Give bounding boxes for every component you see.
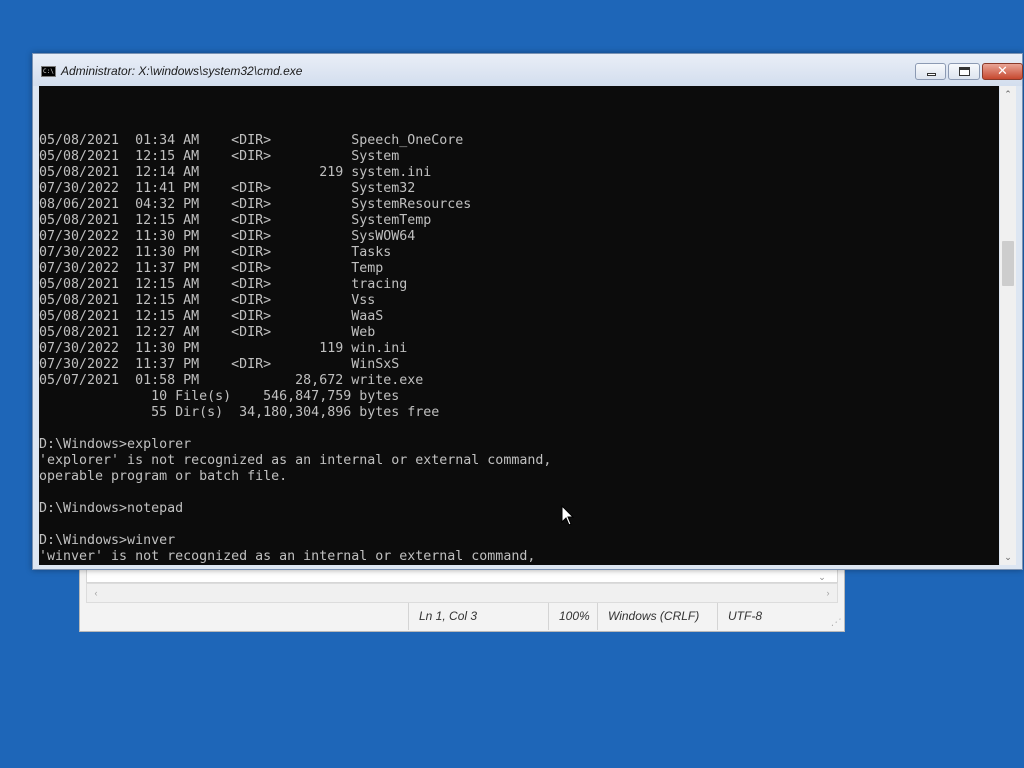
console-line: 05/08/2021 01:34 AM <DIR> Speech_OneCore bbox=[39, 133, 464, 148]
title-bar[interactable]: C:\ Administrator: X:\windows\system32\c… bbox=[33, 54, 1023, 86]
scroll-thumb[interactable] bbox=[1002, 241, 1014, 286]
notepad-scroll-down-icon[interactable]: ⌄ bbox=[815, 571, 829, 583]
console-line: D:\Windows>explorer bbox=[39, 437, 192, 452]
maximize-button[interactable] bbox=[948, 63, 980, 80]
minimize-icon bbox=[916, 64, 945, 79]
status-zoom: 100% bbox=[548, 603, 597, 630]
console-line: 08/06/2021 04:32 PM <DIR> SystemResource… bbox=[39, 197, 472, 212]
console-line: 05/08/2021 12:15 AM <DIR> SystemTemp bbox=[39, 213, 432, 228]
close-icon: ✕ bbox=[997, 64, 1008, 79]
console-line: 07/30/2022 11:30 PM 119 win.ini bbox=[39, 341, 408, 356]
scroll-left-icon[interactable]: ‹ bbox=[89, 587, 103, 599]
console-vertical-scrollbar[interactable]: ⌃ ⌄ bbox=[1000, 86, 1016, 565]
console-line: 07/30/2022 11:30 PM <DIR> SysWOW64 bbox=[39, 229, 416, 244]
minimize-button[interactable] bbox=[915, 63, 946, 80]
console-line: 05/08/2021 12:15 AM <DIR> tracing bbox=[39, 277, 408, 292]
console-line: 05/08/2021 12:15 AM <DIR> WaaS bbox=[39, 309, 384, 324]
console-line: 07/30/2022 11:37 PM <DIR> WinSxS bbox=[39, 357, 400, 372]
close-button[interactable]: ✕ bbox=[982, 63, 1023, 80]
cmd-window[interactable]: C:\ Administrator: X:\windows\system32\c… bbox=[32, 53, 1023, 570]
scroll-up-icon[interactable]: ⌃ bbox=[1000, 86, 1016, 102]
console-line: operable program or batch file. bbox=[39, 469, 288, 484]
mouse-pointer-icon bbox=[561, 505, 575, 526]
console-lines: 05/08/2021 01:34 AM <DIR> Speech_OneCore… bbox=[39, 86, 551, 565]
console-line: 'explorer' is not recognized as an inter… bbox=[39, 453, 552, 468]
console-line: 05/08/2021 12:27 AM <DIR> Web bbox=[39, 325, 376, 340]
console-line: 05/08/2021 12:15 AM <DIR> System bbox=[39, 149, 400, 164]
console-line: 05/07/2021 01:58 PM 28,672 write.exe bbox=[39, 373, 424, 388]
console-line: 05/08/2021 12:14 AM 219 system.ini bbox=[39, 165, 432, 180]
console-line: 07/30/2022 11:37 PM <DIR> Temp bbox=[39, 261, 384, 276]
scroll-right-icon[interactable]: › bbox=[821, 587, 835, 599]
console-output[interactable]: 05/08/2021 01:34 AM <DIR> Speech_OneCore… bbox=[39, 86, 999, 565]
status-encoding: UTF-8 bbox=[717, 603, 844, 630]
console-line: 07/30/2022 11:41 PM <DIR> System32 bbox=[39, 181, 416, 196]
console-line: 10 File(s) 546,847,759 bytes bbox=[39, 389, 400, 404]
window-title: Administrator: X:\windows\system32\cmd.e… bbox=[61, 64, 303, 78]
resize-grip-icon[interactable]: ⋰ bbox=[831, 617, 840, 628]
console-line: 'winver' is not recognized as an interna… bbox=[39, 549, 536, 564]
notepad-horizontal-scrollbar[interactable]: ‹ › bbox=[86, 583, 838, 603]
notepad-window[interactable]: ⌄ ‹ › Ln 1, Col 3 100% Windows (CRLF) UT… bbox=[79, 560, 845, 632]
scroll-down-icon[interactable]: ⌄ bbox=[1000, 549, 1016, 565]
console-line: 07/30/2022 11:30 PM <DIR> Tasks bbox=[39, 245, 392, 260]
notepad-status-bar: Ln 1, Col 3 100% Windows (CRLF) UTF-8 ⋰ bbox=[80, 603, 844, 630]
console-line: 55 Dir(s) 34,180,304,896 bytes free bbox=[39, 405, 440, 420]
console-line: D:\Windows>notepad bbox=[39, 501, 184, 516]
status-line-ending: Windows (CRLF) bbox=[597, 603, 717, 630]
console-line: 05/08/2021 12:15 AM <DIR> Vss bbox=[39, 293, 376, 308]
cmd-icon: C:\ bbox=[41, 66, 56, 77]
console-line: D:\Windows>winver bbox=[39, 533, 176, 548]
status-cursor-position: Ln 1, Col 3 bbox=[408, 603, 548, 630]
maximize-icon bbox=[949, 64, 979, 79]
